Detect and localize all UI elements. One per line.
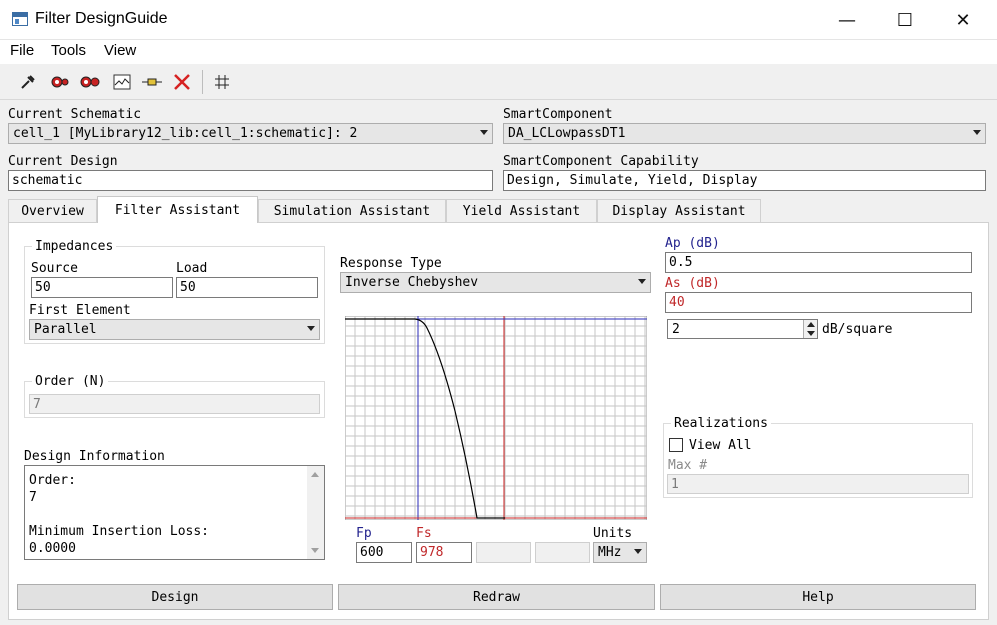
source-label: Source	[31, 261, 78, 276]
waveform-icon[interactable]	[110, 70, 134, 94]
response-type-value: Inverse Chebyshev	[345, 275, 479, 290]
design-info-textarea[interactable]: Order: 7 Minimum Insertion Loss: 0.0000	[24, 465, 325, 560]
order-label: Order (N)	[32, 374, 109, 389]
units-value: MHz	[598, 545, 622, 560]
help-button[interactable]: Help	[660, 584, 976, 610]
first-element-combo[interactable]: Parallel	[29, 319, 320, 340]
view-all-label: View All	[689, 438, 752, 453]
grid-icon[interactable]	[210, 70, 234, 94]
component-icon[interactable]	[140, 70, 164, 94]
impedances-group-label: Impedances	[32, 239, 117, 254]
design-info-line: Minimum Insertion Loss:	[29, 524, 210, 539]
current-schematic-label: Current Schematic	[8, 107, 142, 122]
extra-freq-field-2	[535, 542, 590, 563]
menu-tools[interactable]: Tools	[51, 42, 86, 59]
max-label: Max #	[668, 458, 708, 473]
first-element-label: First Element	[29, 303, 131, 318]
tune-icon[interactable]	[16, 70, 40, 94]
current-schematic-combo[interactable]: cell_1 [MyLibrary12_lib:cell_1:schematic…	[8, 123, 493, 144]
response-type-label: Response Type	[340, 256, 442, 271]
tab-yield-assistant[interactable]: Yield Assistant	[446, 199, 597, 222]
current-design-field[interactable]: schematic	[8, 170, 493, 191]
smartcomponent-label: SmartComponent	[503, 107, 613, 122]
as-label: As (dB)	[665, 276, 720, 291]
ap-label: Ap (dB)	[665, 236, 720, 251]
fp-input[interactable]: 600	[356, 542, 412, 563]
chevron-down-icon	[634, 549, 642, 554]
ap-input[interactable]: 0.5	[665, 252, 972, 273]
slope-value: 2	[672, 322, 680, 337]
first-element-value: Parallel	[34, 322, 97, 337]
capability-field[interactable]: Design, Simulate, Yield, Display	[503, 170, 986, 191]
gear-icon[interactable]	[47, 70, 71, 94]
spin-up-icon[interactable]	[807, 322, 815, 327]
tab-filter-assistant[interactable]: Filter Assistant	[97, 196, 258, 223]
max-field: 1	[667, 474, 969, 494]
chevron-down-icon	[307, 326, 315, 331]
design-info-label: Design Information	[24, 449, 165, 464]
spin-down-icon[interactable]	[807, 331, 815, 336]
smartcomponent-combo[interactable]: DA_LCLowpassDT1	[503, 123, 986, 144]
chevron-down-icon	[480, 130, 488, 135]
toolbar-separator	[202, 70, 203, 94]
current-design-label: Current Design	[8, 154, 118, 169]
design-button[interactable]: Design	[17, 584, 333, 610]
tab-overview[interactable]: Overview	[8, 199, 97, 222]
spin-buttons[interactable]	[803, 320, 817, 338]
window-title: Filter DesignGuide	[35, 10, 168, 27]
fs-label: Fs	[416, 526, 432, 541]
maximize-icon[interactable]: ☐	[876, 0, 934, 40]
view-all-checkbox[interactable]	[669, 438, 683, 452]
order-field: 7	[29, 394, 320, 414]
design-info-line: Order:	[29, 473, 76, 488]
menu-bar: File Tools View	[0, 40, 997, 64]
delete-icon[interactable]	[170, 70, 194, 94]
chevron-down-icon	[638, 279, 646, 284]
units-label: Units	[593, 526, 633, 541]
filter-response-plot	[345, 316, 647, 520]
design-info-scrollbar[interactable]	[307, 466, 324, 559]
smartcomponent-value: DA_LCLowpassDT1	[508, 126, 626, 141]
design-info-line: 7	[29, 490, 37, 505]
close-icon[interactable]: ✕	[934, 0, 992, 40]
slope-spinbox[interactable]: 2	[667, 319, 818, 339]
units-combo[interactable]: MHz	[593, 542, 647, 563]
minimize-icon[interactable]: —	[818, 0, 876, 40]
menu-view[interactable]: View	[104, 42, 136, 59]
source-input[interactable]: 50	[31, 277, 173, 298]
app-window-icon	[12, 12, 28, 26]
fp-label: Fp	[356, 526, 372, 541]
response-type-combo[interactable]: Inverse Chebyshev	[340, 272, 651, 293]
current-schematic-value: cell_1 [MyLibrary12_lib:cell_1:schematic…	[13, 126, 358, 141]
menu-file[interactable]: File	[10, 42, 34, 59]
fs-input[interactable]: 978	[416, 542, 472, 563]
slope-unit-label: dB/square	[822, 322, 893, 337]
tab-simulation-assistant[interactable]: Simulation Assistant	[258, 199, 446, 222]
design-info-line: 0.0000	[29, 541, 76, 556]
extra-freq-field-1	[476, 542, 531, 563]
chevron-down-icon	[973, 130, 981, 135]
capability-label: SmartComponent Capability	[503, 154, 699, 169]
scroll-down-icon[interactable]	[311, 548, 319, 553]
tab-display-assistant[interactable]: Display Assistant	[597, 199, 761, 222]
load-input[interactable]: 50	[176, 277, 318, 298]
load-label: Load	[176, 261, 208, 276]
realizations-label: Realizations	[671, 416, 771, 431]
as-input[interactable]: 40	[665, 292, 972, 313]
scroll-up-icon[interactable]	[311, 472, 319, 477]
plot-background	[345, 316, 647, 520]
plot-grid	[345, 316, 647, 520]
gears-icon[interactable]	[78, 70, 102, 94]
redraw-button[interactable]: Redraw	[338, 584, 655, 610]
